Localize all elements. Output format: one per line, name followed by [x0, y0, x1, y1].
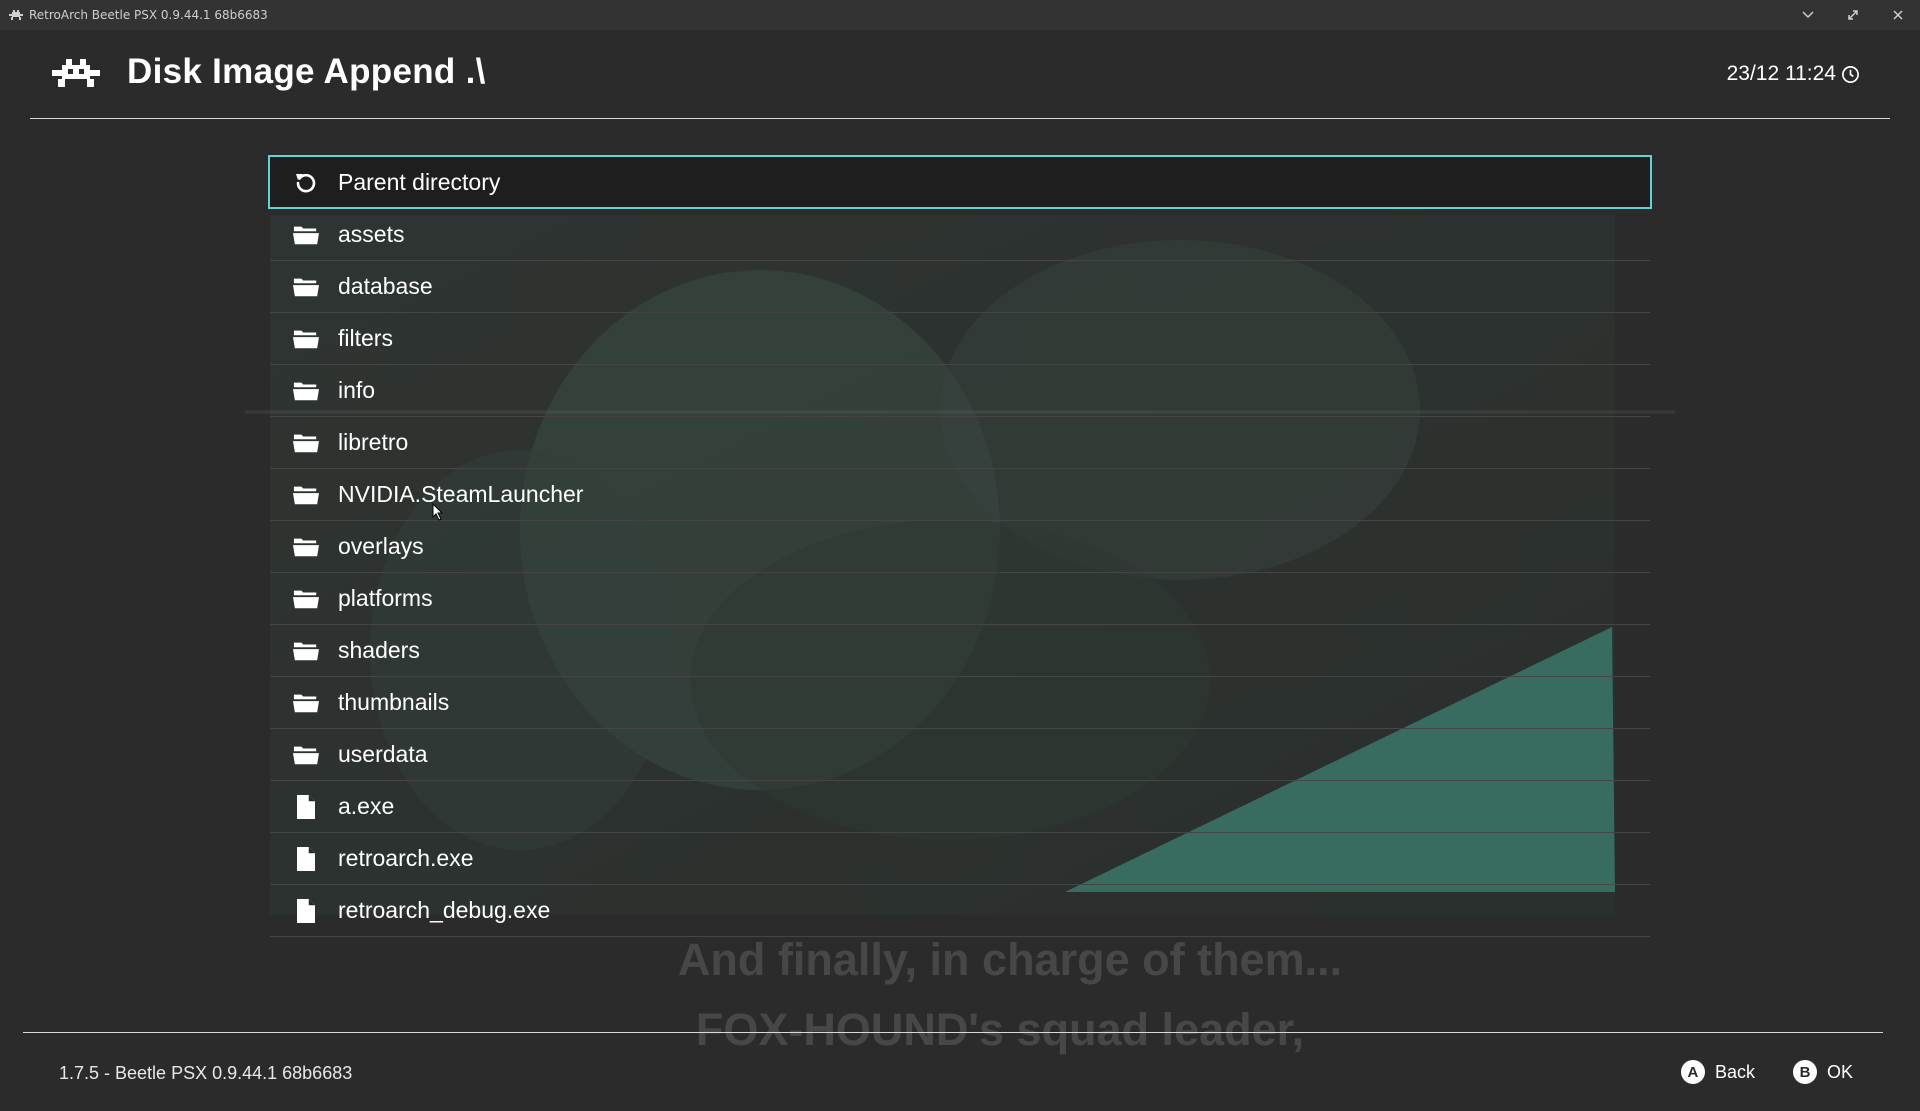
list-item-label: userdata: [338, 741, 428, 767]
menu-header: Disk Image Append .\ 23/12 11:24: [30, 30, 1890, 119]
folder-icon: [293, 534, 319, 560]
retroarch-window: RetroArch Beetle PSX 0.9.44.1 68b6683 An…: [0, 0, 1920, 1111]
clock-icon: [1842, 65, 1859, 83]
b-button-icon: B: [1792, 1060, 1817, 1084]
list-item-label: a.exe: [338, 793, 395, 819]
retroarch-logo-icon: [50, 55, 102, 91]
list-item-label: shaders: [338, 637, 420, 663]
list-item-label: filters: [338, 325, 393, 351]
version-info: 1.7.5 - Beetle PSX 0.9.44.1 68b6683: [59, 1063, 353, 1083]
list-item[interactable]: platforms: [270, 573, 1650, 625]
title-bar: RetroArch Beetle PSX 0.9.44.1 68b6683: [0, 0, 1920, 30]
clock-text: 23/12 11:24: [1726, 62, 1836, 85]
list-item[interactable]: libretro: [270, 417, 1650, 469]
ok-button[interactable]: B OK: [1792, 1060, 1853, 1084]
folder-icon: [293, 430, 319, 456]
list-item-label: retroarch.exe: [338, 845, 474, 871]
list-item-label: NVIDIA.SteamLauncher: [338, 481, 584, 507]
list-item[interactable]: retroarch.exe: [270, 833, 1650, 885]
file-browser-list: Parent directory assets database filters inf…: [268, 155, 1652, 937]
list-item-label: libretro: [338, 429, 409, 455]
back-button[interactable]: A Back: [1680, 1060, 1755, 1084]
list-item[interactable]: thumbnails: [270, 677, 1650, 729]
file-icon: [293, 794, 319, 820]
list-item[interactable]: info: [270, 365, 1650, 417]
list-item-label: overlays: [338, 533, 424, 559]
list-item[interactable]: database: [270, 261, 1650, 313]
folder-icon: [293, 326, 319, 352]
list-item-label: retroarch_debug.exe: [338, 897, 551, 923]
a-button-icon: A: [1680, 1060, 1705, 1084]
file-icon: [293, 846, 319, 872]
list-item[interactable]: a.exe: [270, 781, 1650, 833]
page-title: Disk Image Append .\: [127, 52, 486, 91]
window-title: RetroArch Beetle PSX 0.9.44.1 68b6683: [29, 8, 268, 22]
list-item[interactable]: userdata: [270, 729, 1650, 781]
folder-icon: [293, 222, 319, 248]
file-icon: [293, 898, 319, 924]
list-item[interactable]: assets: [270, 209, 1650, 261]
chevron-down-icon[interactable]: [1785, 0, 1830, 30]
folder-icon: [293, 638, 319, 664]
list-item-label: assets: [338, 221, 405, 247]
list-item[interactable]: NVIDIA.SteamLauncher: [270, 469, 1650, 521]
clock: 23/12 11:24: [1727, 62, 1860, 86]
window-controls: [1785, 0, 1920, 30]
list-item-label: database: [338, 273, 433, 299]
menu-footer: 1.7.5 - Beetle PSX 0.9.44.1 68b6683 A Ba…: [23, 1032, 1883, 1111]
ok-label: OK: [1826, 1061, 1853, 1082]
game-subtitle-line1: And finally, in charge of them...: [678, 934, 1342, 985]
folder-icon: [293, 586, 319, 612]
list-item-label: thumbnails: [338, 689, 450, 715]
folder-icon: [293, 274, 319, 300]
close-icon[interactable]: [1875, 0, 1920, 30]
folder-icon: [293, 690, 319, 716]
list-item[interactable]: filters: [270, 313, 1650, 365]
folder-icon: [293, 742, 319, 768]
list-item-label: info: [338, 377, 376, 403]
folder-icon: [293, 378, 319, 404]
list-item-label: platforms: [338, 585, 433, 611]
maximize-icon[interactable]: [1830, 0, 1875, 30]
refresh-icon: [293, 169, 319, 195]
list-item-label: Parent directory: [338, 168, 501, 195]
mouse-cursor-icon: [432, 503, 444, 521]
list-item[interactable]: retroarch_debug.exe: [270, 885, 1650, 937]
list-item-selected[interactable]: Parent directory: [268, 155, 1652, 209]
retroarch-logo-icon: [9, 10, 23, 20]
folder-icon: [293, 482, 319, 508]
list-item[interactable]: shaders: [270, 625, 1650, 677]
button-hints: A Back B OK: [1643, 1060, 1853, 1084]
back-label: Back: [1714, 1061, 1755, 1082]
list-item[interactable]: overlays: [270, 521, 1650, 573]
